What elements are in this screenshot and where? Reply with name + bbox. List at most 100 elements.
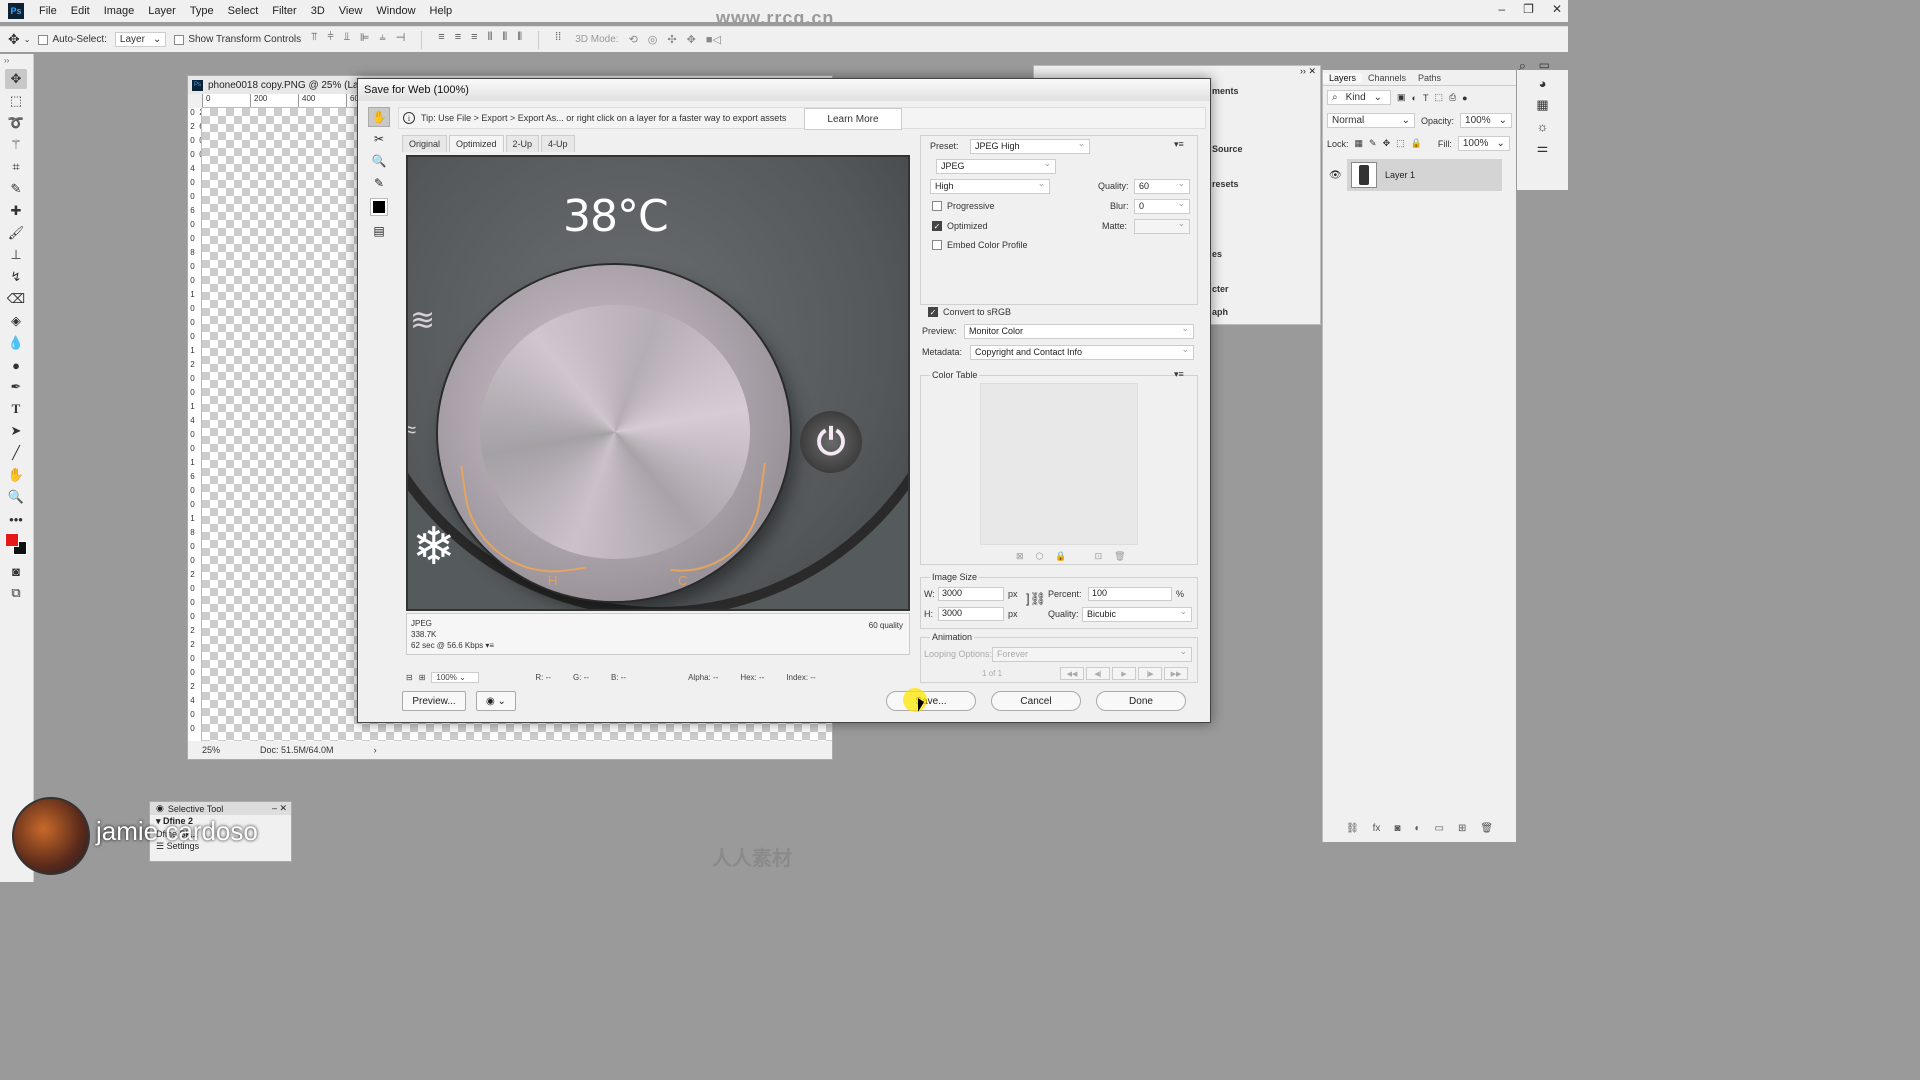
color-panel-icon[interactable]: ◕	[1517, 76, 1568, 91]
new-color-icon[interactable]: ⊡	[1095, 551, 1103, 562]
dodge-tool-icon[interactable]: ●	[5, 355, 27, 375]
3d-orbit-icon[interactable]: ⟲	[629, 33, 638, 46]
tab-optimized[interactable]: Optimized	[449, 135, 504, 152]
menu-help[interactable]: Help	[423, 5, 460, 17]
optimized-preview[interactable]: 38°C ≋ ≈ H C ⏻ ❄	[406, 155, 910, 611]
web-shift-icon[interactable]: ⬡	[1036, 551, 1044, 562]
layer-name[interactable]: Layer 1	[1385, 170, 1415, 180]
show-transform-checkbox[interactable]: Show Transform Controls	[174, 34, 301, 45]
tab-original[interactable]: Original	[402, 135, 448, 152]
menu-image[interactable]: Image	[97, 5, 142, 17]
magic-wand-icon[interactable]: ⚚	[5, 135, 27, 155]
resample-dropdown[interactable]: Bicubic	[1082, 606, 1192, 622]
align-vcenter-icon[interactable]: ⫩	[327, 31, 333, 49]
next-frame-icon[interactable]: |▶	[1138, 667, 1162, 680]
distribute-left-icon[interactable]: ⦀	[488, 31, 493, 49]
menu-layer[interactable]: Layer	[141, 5, 183, 17]
hand-tool-icon[interactable]: ✋	[5, 465, 27, 485]
swatches-panel-icon[interactable]: ▦	[1517, 97, 1568, 113]
foreground-color[interactable]	[5, 533, 19, 547]
menu-window[interactable]: Window	[369, 5, 422, 17]
fx-icon[interactable]: fx	[1373, 823, 1381, 834]
matte-dropdown[interactable]	[1134, 218, 1190, 234]
color-table[interactable]	[980, 383, 1138, 545]
3d-roll-icon[interactable]: ◎	[648, 33, 658, 46]
more-tools-icon[interactable]: •••	[5, 509, 27, 529]
eyedropper-color-swatch[interactable]	[370, 198, 388, 216]
pen-tool-icon[interactable]: ✒	[5, 377, 27, 397]
constrain-proportions-icon[interactable]: ]⛓	[1026, 591, 1046, 607]
layer-filter-dropdown[interactable]: ⌕ Kind ⌄	[1327, 90, 1391, 105]
width-field[interactable]: 3000	[938, 587, 1004, 601]
map-color-icon[interactable]: ⊠	[1016, 551, 1024, 562]
cancel-button[interactable]: Cancel	[991, 691, 1081, 711]
done-button[interactable]: Done	[1096, 691, 1186, 711]
learn-more-button[interactable]: Learn More	[804, 108, 902, 130]
metadata-dropdown[interactable]: Copyright and Contact Info	[970, 344, 1194, 360]
auto-select-target-dropdown[interactable]: Layer ⌄	[114, 32, 167, 47]
zoom-in-icon[interactable]: ⊞	[419, 673, 426, 682]
auto-select-checkbox[interactable]: Auto-Select:	[38, 34, 107, 45]
toggle-slices-icon[interactable]: ▤	[368, 221, 390, 241]
align-right-icon[interactable]: ⊣	[396, 31, 406, 49]
opacity-field[interactable]: 100% ⌄	[1460, 113, 1512, 128]
clone-stamp-icon[interactable]: ⊥	[5, 245, 27, 265]
lock-position-icon[interactable]: ✥	[1383, 138, 1391, 149]
fill-field[interactable]: 100% ⌄	[1457, 136, 1510, 151]
3d-pan-icon[interactable]: ✣	[667, 33, 676, 46]
layer-row[interactable]: 👁 Layer 1	[1329, 159, 1502, 191]
filter-shape-icon[interactable]: ⬚	[1434, 92, 1443, 103]
looping-dropdown[interactable]: Forever	[992, 646, 1192, 662]
collapse-icon[interactable]: ››	[1300, 66, 1306, 76]
filter-smart-icon[interactable]: ⎙	[1449, 92, 1456, 103]
tab-4-up[interactable]: 4-Up	[541, 135, 575, 152]
blur-tool-icon[interactable]: 💧	[5, 333, 27, 353]
prev-frame-icon[interactable]: ◀|	[1086, 667, 1110, 680]
compression-dropdown[interactable]: High	[930, 178, 1050, 194]
zoom-out-icon[interactable]: ⊟	[406, 673, 413, 682]
selective-close-icon[interactable]: – ✕	[272, 803, 291, 814]
zoom-tool-icon[interactable]: 🔍	[368, 151, 390, 171]
align-top-icon[interactable]: ⫪	[311, 31, 317, 49]
link-layers-icon[interactable]: ⛓	[1346, 823, 1359, 834]
healing-brush-icon[interactable]: ✚	[5, 201, 27, 221]
menu-select[interactable]: Select	[221, 5, 266, 17]
align-hcenter-icon[interactable]: ⫨	[379, 31, 385, 49]
optimize-menu-icon[interactable]: ▾≡	[1174, 139, 1184, 150]
quality-field[interactable]: 60	[1134, 178, 1190, 194]
tab-channels[interactable]: Channels	[1362, 73, 1412, 83]
minimize-icon[interactable]: –	[1498, 2, 1505, 16]
brush-tool-icon[interactable]: 🖌	[5, 223, 27, 243]
download-rate-menu-icon[interactable]: ▾≡	[485, 641, 494, 650]
lock-all-icon[interactable]: 🔒	[1411, 138, 1422, 149]
play-icon[interactable]: ▶	[1112, 667, 1136, 680]
screen-mode-icon[interactable]: ⧉	[5, 583, 27, 603]
lasso-tool-icon[interactable]: ➰	[5, 113, 27, 133]
marquee-tool-icon[interactable]: ⬚	[5, 91, 27, 111]
crop-tool-icon[interactable]: ⌗	[5, 157, 27, 177]
optimized-checkbox[interactable]: ✓ Optimized	[932, 221, 988, 231]
history-brush-icon[interactable]: ↯	[5, 267, 27, 287]
browser-preview-button[interactable]: ◉ ⌄	[476, 691, 516, 711]
tab-2-up[interactable]: 2-Up	[505, 135, 540, 152]
close-icon[interactable]: ✕	[1552, 2, 1562, 16]
paint-bucket-icon[interactable]: ◈	[5, 311, 27, 331]
type-tool-icon[interactable]: T	[5, 399, 27, 419]
distribute-hcenter-icon[interactable]: ⦀	[502, 31, 507, 49]
lock-color-icon[interactable]: 🔒	[1055, 551, 1066, 562]
save-button[interactable]: Save...	[886, 691, 976, 711]
zoom-level[interactable]: 25%	[202, 745, 220, 755]
new-group-icon[interactable]: ▭	[1435, 823, 1444, 834]
adjustments-panel-icon[interactable]: ☼	[1517, 119, 1568, 134]
color-table-menu-icon[interactable]: ▾≡	[1174, 369, 1184, 380]
menu-file[interactable]: File	[32, 5, 64, 17]
delete-layer-icon[interactable]: 🗑	[1480, 823, 1493, 834]
align-left-icon[interactable]: ⊫	[360, 31, 370, 49]
lock-pixels-icon[interactable]: ✎	[1369, 138, 1377, 149]
eyedropper-icon[interactable]: ✎	[368, 173, 390, 193]
filter-toggle-icon[interactable]: ●	[1462, 93, 1467, 103]
quick-mask-icon[interactable]: ◙	[5, 561, 27, 581]
eraser-icon[interactable]: ⌫	[5, 289, 27, 309]
tab-paths[interactable]: Paths	[1412, 73, 1447, 83]
lock-transparent-icon[interactable]: ▦	[1355, 138, 1364, 149]
